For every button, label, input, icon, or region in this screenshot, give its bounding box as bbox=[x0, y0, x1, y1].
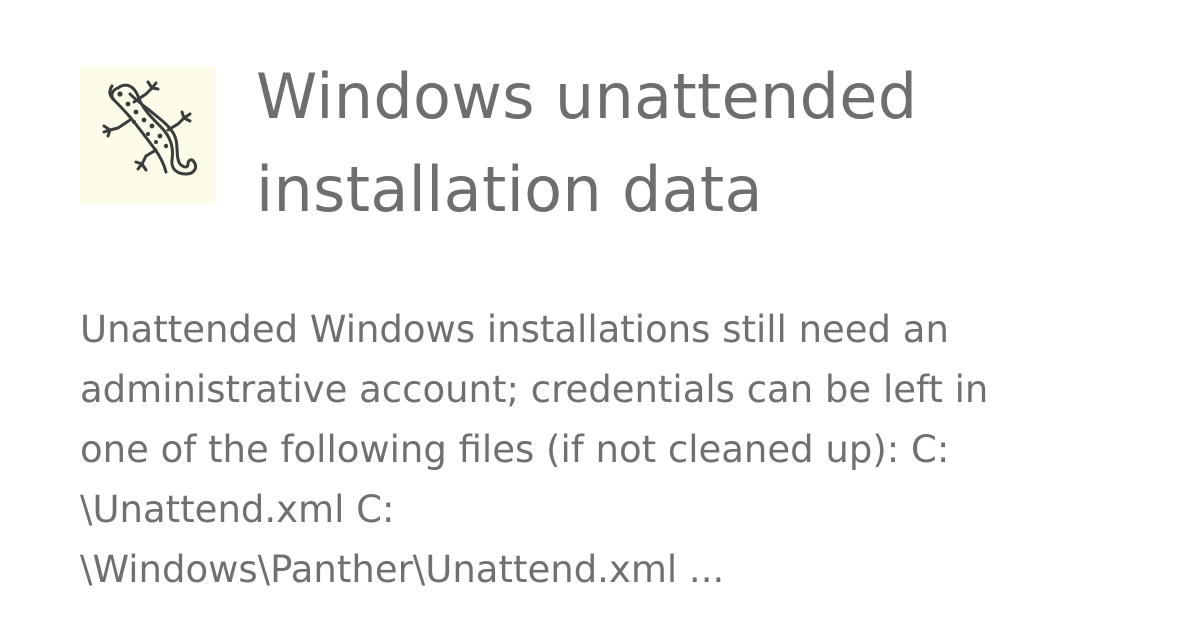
title-line-1: Windows unattended bbox=[256, 60, 918, 133]
description-line-5: \Windows\Panther\Unattend.xml ... bbox=[80, 548, 725, 591]
logo bbox=[80, 66, 216, 204]
description-line-4: \Unattend.xml C: bbox=[80, 488, 395, 531]
description-line-2: administrative account; credentials can … bbox=[80, 368, 989, 411]
gecko-icon bbox=[102, 80, 198, 176]
title-line-2: installation data bbox=[256, 153, 763, 226]
description: Unattended Windows installations still n… bbox=[80, 300, 1160, 600]
description-line-3: one of the following files (if not clean… bbox=[80, 428, 950, 471]
description-line-1: Unattended Windows installations still n… bbox=[80, 308, 949, 351]
page-title: Windows unattended installation data bbox=[256, 50, 1156, 236]
